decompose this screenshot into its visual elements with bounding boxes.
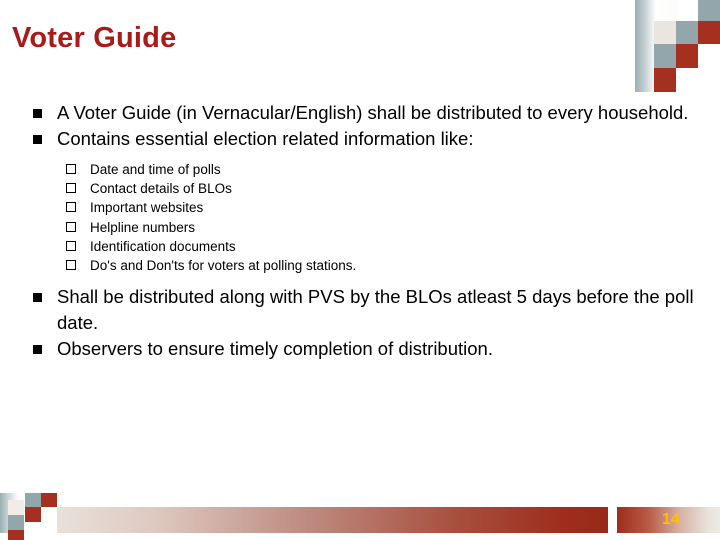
decoration-square-red-upper — [698, 21, 720, 44]
bullet-text: Shall be distributed along with PVS by t… — [57, 286, 694, 334]
filled-square-bullet-icon — [33, 135, 42, 144]
bullet-item: Shall be distributed along with PVS by t… — [0, 284, 720, 336]
hollow-square-bullet-icon — [66, 164, 76, 174]
bullet-item: Contains essential election related info… — [0, 126, 720, 275]
footer-decoration-square-cream — [8, 500, 24, 515]
sub-bullet-text: Contact details of BLOs — [90, 181, 232, 197]
bullet-text: A Voter Guide (in Vernacular/English) sh… — [57, 102, 689, 123]
hollow-square-bullet-icon — [66, 240, 76, 251]
bullet-text: Observers to ensure timely completion of… — [57, 338, 493, 360]
decoration-square-red-lower — [654, 68, 676, 92]
sub-bullet-text: Identification documents — [90, 238, 236, 254]
sub-bullet-item: Contact details of BLOs — [57, 179, 700, 198]
top-right-decoration — [635, 0, 720, 92]
hollow-square-bullet-icon — [66, 221, 76, 232]
bullet-text: Contains essential election related info… — [57, 128, 474, 149]
sub-bullet-item: Identification documents — [57, 237, 700, 256]
decoration-square-grey-top — [698, 0, 720, 21]
slide-body: A Voter Guide (in Vernacular/English) sh… — [0, 100, 720, 362]
slide-number-box: 14 — [617, 507, 720, 533]
bullet-item: A Voter Guide (in Vernacular/English) sh… — [0, 100, 720, 126]
hollow-square-bullet-icon — [66, 202, 76, 213]
bullet-list-level-2: Date and time of polls Contact details o… — [57, 160, 700, 275]
hollow-square-bullet-icon — [66, 260, 76, 271]
decoration-square-grey-lower — [654, 44, 676, 68]
sub-bullet-text: Do's and Don'ts for voters at polling st… — [90, 258, 357, 274]
filled-square-bullet-icon — [33, 293, 42, 303]
filled-square-bullet-icon — [33, 109, 42, 118]
sub-bullet-text: Important websites — [90, 200, 204, 216]
footer-gradient-bar — [57, 507, 608, 533]
sub-bullet-text: Helpline numbers — [90, 219, 196, 235]
sub-bullet-item: Important websites — [57, 198, 700, 217]
hollow-square-bullet-icon — [66, 183, 76, 194]
slide-number: 14 — [662, 511, 680, 528]
presentation-slide: Voter Guide A Voter Guide (in Vernacular… — [0, 0, 720, 540]
sub-bullet-item: Date and time of polls — [57, 160, 700, 179]
sub-bullet-item: Do's and Don'ts for voters at polling st… — [57, 256, 700, 275]
footer-decoration-square-red-bottom — [8, 530, 24, 540]
footer-decoration-square-grey-top — [25, 493, 41, 507]
sub-bullet-text: Date and time of polls — [90, 162, 221, 177]
footer-decoration-square-grey-middle — [8, 515, 24, 530]
decoration-gradient-column — [635, 0, 656, 92]
bullet-list-level-1: A Voter Guide (in Vernacular/English) sh… — [0, 100, 720, 362]
sub-bullet-item: Helpline numbers — [57, 218, 700, 237]
bottom-left-decoration — [0, 493, 60, 540]
decoration-square-grey-middle — [676, 21, 698, 44]
footer-decoration-square-red-middle — [25, 507, 41, 522]
filled-square-bullet-icon — [33, 345, 42, 355]
decoration-square-red-middle — [676, 44, 698, 68]
slide-title: Voter Guide — [12, 22, 177, 54]
bullet-item: Observers to ensure timely completion of… — [0, 336, 720, 362]
footer-decoration-square-red-top — [41, 493, 57, 507]
decoration-square-cream — [654, 21, 676, 44]
